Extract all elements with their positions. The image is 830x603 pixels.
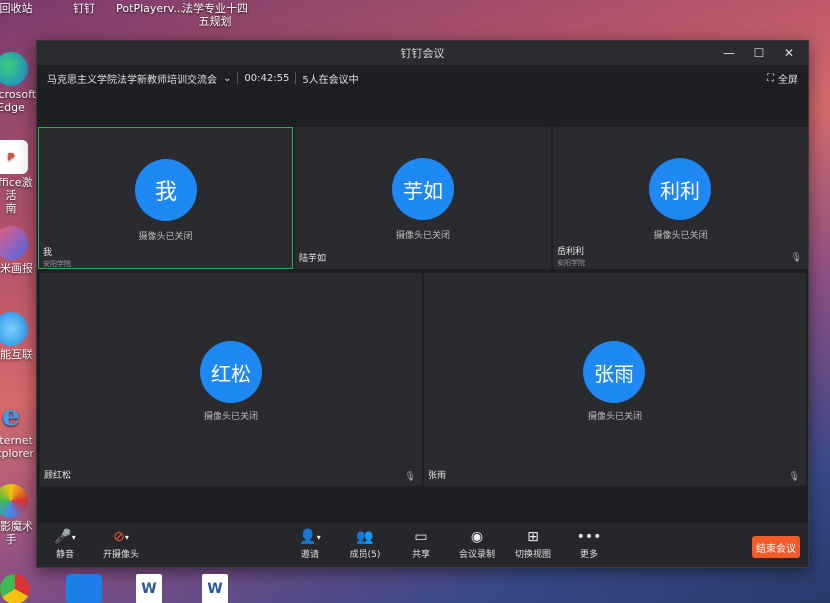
avatar: 利利 xyxy=(649,158,711,220)
desktop-icon-ie[interactable]: e Internet Explorer xyxy=(0,398,36,460)
participant-name: 岳利利 xyxy=(557,247,585,257)
camera-off-text: 摄像头已关闭 xyxy=(138,232,193,242)
participant-org: 安阳学院 xyxy=(557,259,585,267)
smart-connect-label: 智能互联 xyxy=(0,348,33,361)
end-meeting-button[interactable]: 结束会议 xyxy=(752,536,800,558)
mic-off-icon: 🎙 xyxy=(788,472,800,482)
desktop-icon-nikon[interactable]: 光影魔术手 xyxy=(0,484,36,546)
desktop-icon-mi-wallpaper[interactable]: 小米画报 xyxy=(0,226,36,275)
screen-share-icon: ▭ xyxy=(414,529,428,545)
participant-tile-me[interactable]: 我 摄像头已关闭 我 安阳学院 xyxy=(38,127,293,269)
smart-connect-icon xyxy=(0,312,28,346)
ie-label: Internet Explorer xyxy=(0,434,34,460)
participant-name: 张雨 xyxy=(428,471,447,481)
members-button[interactable]: 👥 成员(5) xyxy=(335,527,395,560)
mute-button[interactable]: 🎤 ▾ 静音 xyxy=(35,527,95,560)
dingtalk-label: 钉钉 xyxy=(73,2,95,15)
camera-off-text: 摄像头已关闭 xyxy=(395,231,450,241)
record-button[interactable]: ◉ 会议录制 xyxy=(447,527,507,560)
meeting-duration: 00:42:55 xyxy=(244,72,290,84)
minimize-button[interactable]: — xyxy=(714,41,744,65)
fullscreen-button[interactable]: ⛶ 全屏 xyxy=(767,65,798,91)
more-dots-icon: ••• xyxy=(576,529,602,545)
participant-tile-zhangyu[interactable]: 张雨 摄像头已关闭 张雨 🎙 xyxy=(424,273,806,486)
desktop-icon-recycle-bin[interactable]: 回收站 xyxy=(0,2,46,15)
camera-label: 开摄像头 xyxy=(102,550,139,560)
mute-label: 静音 xyxy=(55,550,74,560)
desktop-icon-edge[interactable]: Microsoft Edge xyxy=(0,52,36,114)
desktop-icon-dingtalk[interactable]: 钉钉 xyxy=(54,2,114,15)
members-icon: 👥 xyxy=(356,529,374,545)
law-plan-label: 法学专业十四五规划 xyxy=(182,2,248,28)
meeting-info-bar: 马克思主义学院法学新教师培训交流会 ⌄ 00:42:55 5人在会议中 ⛶ 全屏 xyxy=(37,65,808,91)
add-user-icon: 👤 ▾ xyxy=(299,529,321,545)
fullscreen-icon: ⛶ xyxy=(767,72,774,84)
close-button[interactable]: ✕ xyxy=(774,41,804,65)
more-label: 更多 xyxy=(579,550,598,560)
avatar: 红松 xyxy=(200,341,262,403)
ie-icon: e xyxy=(2,398,20,432)
maximize-button[interactable]: ☐ xyxy=(744,41,774,65)
meeting-window: 钉钉会议 — ☐ ✕ 马克思主义学院法学新教师培训交流会 ⌄ 00:42:55 … xyxy=(36,40,809,568)
participant-tile-luyuru[interactable]: 芋如 摄像头已关闭 陆芋如 xyxy=(295,127,551,269)
camera-app-icon xyxy=(0,484,28,518)
recycle-bin-label: 回收站 xyxy=(0,2,33,15)
desktop-bottom-row: W W xyxy=(0,572,830,603)
window-title: 钉钉会议 xyxy=(400,47,445,60)
desktop-icon-potplayer[interactable]: PotPlayerv... xyxy=(114,2,186,15)
record-icon: ◉ xyxy=(470,529,484,545)
divider xyxy=(237,72,239,84)
divider xyxy=(295,72,297,84)
camera-off-icon: ⊘ ▾ xyxy=(113,529,129,545)
participant-name: 我 xyxy=(43,248,53,258)
record-label: 会议录制 xyxy=(458,550,495,560)
office-icon: P xyxy=(0,140,28,174)
desktop-icon-law-plan[interactable]: 法学专业十四五规划 xyxy=(180,2,250,28)
share-button[interactable]: ▭ 共享 xyxy=(391,527,451,560)
members-label: 成员(5) xyxy=(349,550,381,560)
avatar: 张雨 xyxy=(583,341,645,403)
lanxin-icon[interactable] xyxy=(66,574,102,603)
switch-view-label: 切换视图 xyxy=(514,550,551,560)
participant-name: 陆芋如 xyxy=(299,254,327,264)
meeting-name[interactable]: 马克思主义学院法学新教师培训交流会 xyxy=(47,71,217,86)
microphone-icon: 🎤 ▾ xyxy=(54,529,76,545)
camera-button[interactable]: ⊘ ▾ 开摄像头 xyxy=(91,527,151,560)
mic-off-icon: 🎙 xyxy=(404,472,416,482)
share-label: 共享 xyxy=(411,550,430,560)
desktop-icon-office[interactable]: P Office激活 南 xyxy=(0,140,36,215)
camera-off-text: 摄像头已关闭 xyxy=(203,412,258,422)
chrome-icon[interactable] xyxy=(0,574,30,603)
chevron-down-icon[interactable]: ⌄ xyxy=(223,73,231,84)
camera-off-text: 摄像头已关闭 xyxy=(653,231,708,241)
mi-wallpaper-icon xyxy=(0,226,28,260)
participant-count-text: 5人在会议中 xyxy=(302,74,359,86)
grid-view-icon: ⊞ xyxy=(527,529,539,545)
desktop-icon-smart-connect[interactable]: 智能互联 xyxy=(0,312,36,361)
fullscreen-label: 全屏 xyxy=(778,74,798,86)
participant-org: 安阳学院 xyxy=(43,260,71,268)
word-doc-icon[interactable]: W xyxy=(136,574,162,603)
camera-off-text: 摄像头已关闭 xyxy=(587,412,642,422)
word-doc-icon[interactable]: W xyxy=(202,574,228,603)
invite-label: 邀请 xyxy=(300,550,319,560)
mi-wallpaper-label: 小米画报 xyxy=(0,262,33,275)
participant-tile-guhongsong[interactable]: 红松 摄像头已关闭 顾红松 🎙 xyxy=(40,273,422,486)
edge-label: Microsoft Edge xyxy=(0,88,37,114)
switch-view-button[interactable]: ⊞ 切换视图 xyxy=(503,527,563,560)
meeting-toolbar: 🎤 ▾ 静音 ⊘ ▾ 开摄像头 👤 ▾ 邀请 👥 成员(5) ▭ 共享 ◉ 会议录制… xyxy=(37,523,808,567)
participant-name: 顾红松 xyxy=(44,471,72,481)
more-button[interactable]: ••• 更多 xyxy=(559,527,619,560)
invite-button[interactable]: 👤 ▾ 邀请 xyxy=(280,527,340,560)
potplayer-label: PotPlayerv... xyxy=(116,2,184,15)
participant-tile-yuelili[interactable]: 利利 摄像头已关闭 岳利利 安阳学院 🎙 xyxy=(553,127,808,269)
avatar: 我 xyxy=(135,159,197,221)
camera-app-label: 光影魔术手 xyxy=(0,520,33,546)
edge-icon xyxy=(0,52,28,86)
office-label: Office激活 南 xyxy=(0,176,33,215)
mic-off-icon: 🎙 xyxy=(790,253,802,263)
avatar: 芋如 xyxy=(392,158,454,220)
title-bar: 钉钉会议 — ☐ ✕ xyxy=(37,41,808,65)
